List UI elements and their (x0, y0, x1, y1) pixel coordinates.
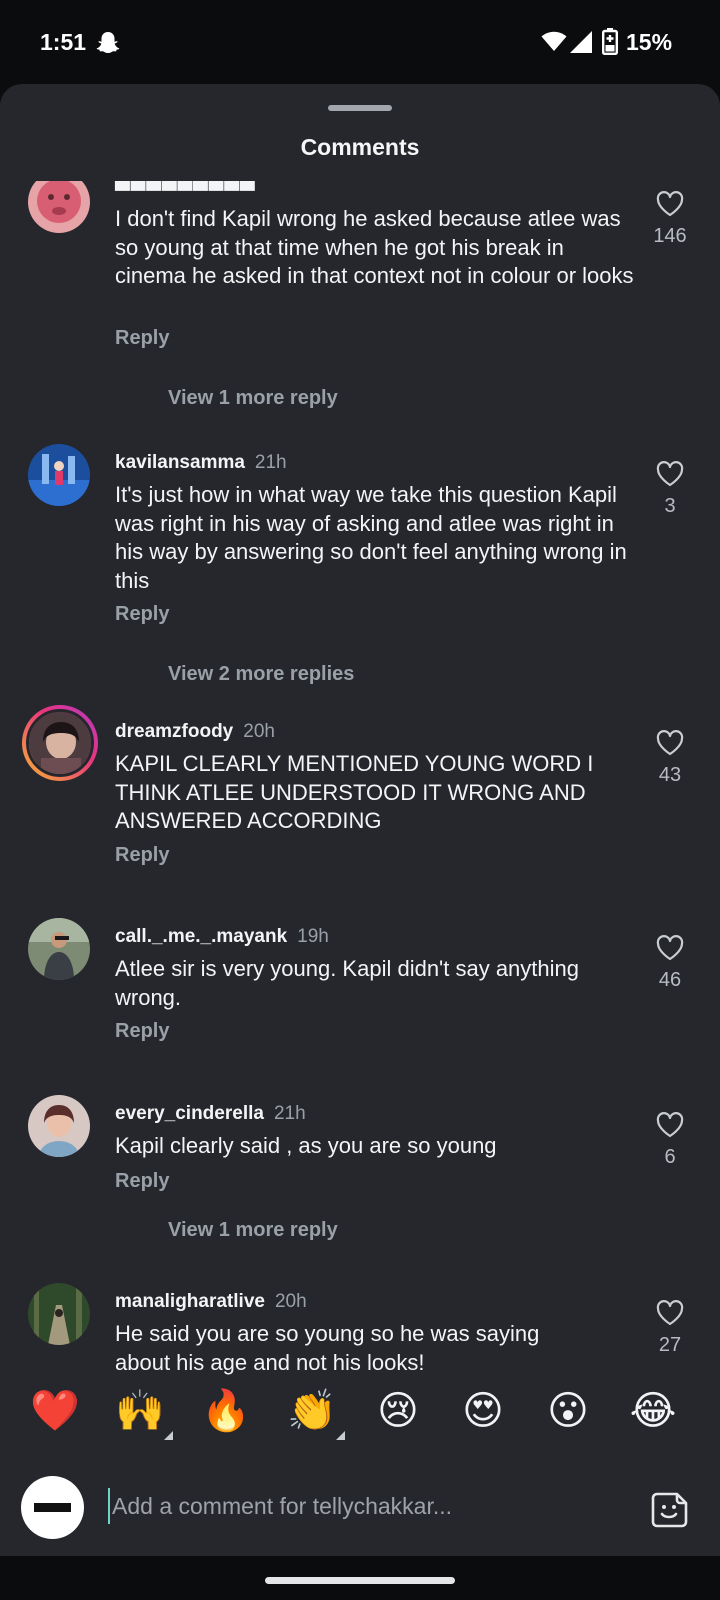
comment-list[interactable]: ▆▆▆▆▆▆▆▆▆ I don't find Kapil wrong he as… (0, 181, 720, 1466)
view-more-replies[interactable]: View 1 more reply (168, 1219, 338, 1242)
comment-composer (0, 1448, 720, 1556)
like-button[interactable]: 46 (640, 935, 700, 992)
avatar[interactable] (28, 444, 90, 506)
like-button[interactable]: 3 (640, 461, 700, 518)
reply-button[interactable]: Reply (115, 844, 169, 867)
emoji-bar: ❤️ 🙌 🔥 👏 😢 😍 😮 😂 (0, 1382, 720, 1448)
emoji-clapping[interactable]: 👏 (287, 1386, 345, 1440)
like-button[interactable]: 27 (640, 1300, 700, 1357)
comment-meta: dreamzfoody 20h (115, 721, 275, 743)
avatar-story[interactable] (22, 705, 98, 781)
comment-username[interactable]: dreamzfoody (115, 721, 233, 742)
reply-button[interactable]: Reply (115, 1020, 169, 1043)
comment-time: 20h (243, 721, 275, 742)
comment-time: 20h (274, 1291, 307, 1312)
emoji-heart[interactable]: ❤️ (30, 1386, 80, 1436)
comment-input[interactable] (108, 1488, 618, 1524)
navigation-bar (0, 1556, 720, 1600)
comment-username-cut: ▆▆▆▆▆▆▆▆▆ (115, 181, 256, 192)
cellular-icon (570, 31, 592, 53)
variant-indicator (164, 1431, 173, 1440)
comment-username[interactable]: manaligharatlive (115, 1291, 265, 1312)
battery-icon (602, 28, 618, 55)
sheet-title: Comments (300, 134, 420, 160)
like-count: 3 (664, 495, 676, 517)
emoji-heart-eyes[interactable]: 😍 (458, 1386, 508, 1436)
avatar[interactable] (28, 918, 90, 980)
view-more-replies[interactable]: View 1 more reply (168, 387, 338, 410)
heart-icon (656, 935, 684, 961)
emoji-surprised[interactable]: 😮 (543, 1386, 593, 1436)
avatar[interactable] (28, 1095, 90, 1157)
comment-username[interactable]: every_cinderella (115, 1103, 264, 1124)
variant-indicator (336, 1431, 345, 1440)
battery-percent: 15% (626, 29, 673, 55)
status-time: 1:51 (40, 29, 87, 55)
heart-icon (656, 1112, 684, 1138)
like-count: 146 (653, 225, 687, 247)
comment-time: 19h (297, 926, 329, 947)
comment-text: I don't find Kapil wrong he asked becaus… (115, 206, 634, 288)
like-count: 46 (658, 969, 682, 991)
comment-meta: call._.me._.mayank 19h (115, 926, 329, 948)
comment-text: Kapil clearly said , as you are so young (115, 1133, 497, 1158)
reply-button[interactable]: Reply (115, 603, 169, 626)
status-bar: 1:51 15% (0, 0, 720, 84)
comment-text: KAPIL CLEARLY MENTIONED YOUNG WORD I THI… (115, 751, 594, 833)
comments-sheet: Comments ▆▆▆▆▆▆▆▆▆ I don't find Kapil wr… (0, 84, 720, 1556)
comment-username[interactable]: kavilansamma (115, 452, 245, 473)
comment-time: 21h (273, 1103, 306, 1124)
own-avatar (21, 1476, 84, 1539)
snapchat-icon (96, 32, 120, 53)
reply-button[interactable]: Reply (115, 1170, 169, 1193)
emoji-fire[interactable]: 🔥 (201, 1386, 251, 1436)
wifi-icon (541, 31, 567, 51)
view-more-replies[interactable]: View 2 more replies (168, 663, 354, 686)
comment-meta: every_cinderella 21h (115, 1103, 306, 1125)
comment-meta: manaligharatlive 20h (115, 1291, 307, 1313)
comment-text: It's just how in what way we take this q… (115, 482, 627, 593)
like-count: 43 (658, 764, 682, 786)
comment-text: Atlee sir is very young. Kapil didn't sa… (115, 956, 579, 1010)
sticker-icon[interactable] (651, 1491, 689, 1529)
heart-icon (656, 1300, 684, 1326)
like-button[interactable]: 146 (640, 191, 700, 248)
emoji-tears-of-joy[interactable]: 😂 (628, 1386, 678, 1436)
heart-icon (656, 191, 684, 217)
drag-handle[interactable] (328, 105, 392, 111)
comment-time: 21h (254, 452, 287, 473)
comment-username[interactable]: call._.me._.mayank (115, 926, 287, 947)
avatar[interactable] (28, 181, 90, 233)
heart-icon (656, 730, 684, 756)
comment-text: He said you are so young so he was sayin… (115, 1321, 540, 1375)
emoji-crying[interactable]: 😢 (373, 1386, 423, 1436)
reply-button[interactable]: Reply (115, 327, 169, 350)
like-button[interactable]: 6 (640, 1112, 700, 1169)
home-gesture-handle[interactable] (265, 1577, 455, 1584)
like-count: 6 (664, 1146, 676, 1168)
like-count: 27 (658, 1334, 682, 1356)
comment-meta: kavilansamma 21h (115, 452, 287, 474)
like-button[interactable]: 43 (640, 730, 700, 787)
emoji-raised-hands[interactable]: 🙌 (115, 1386, 173, 1440)
logo-mark (34, 1503, 71, 1512)
avatar[interactable] (28, 1283, 90, 1345)
heart-icon (656, 461, 684, 487)
